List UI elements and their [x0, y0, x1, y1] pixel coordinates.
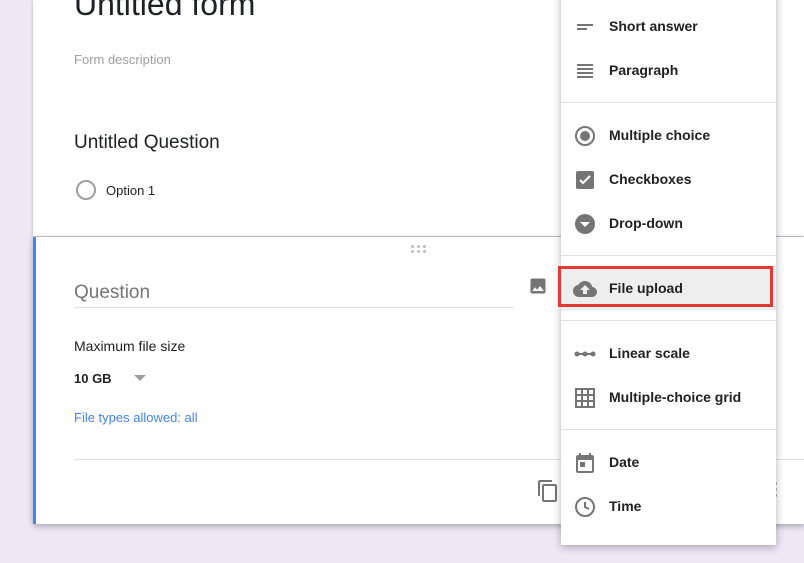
menu-item-label: Paragraph [609, 62, 679, 78]
file-types-link[interactable]: File types allowed: all [74, 410, 198, 425]
menu-item-short-answer[interactable]: Short answer [561, 4, 776, 48]
menu-item-linear-scale[interactable]: Linear scale [561, 331, 776, 375]
checkbox-icon [576, 171, 594, 189]
menu-item-date[interactable]: Date [561, 440, 776, 484]
copy-icon[interactable] [536, 479, 560, 503]
dropdown-circle-icon [575, 214, 595, 234]
menu-item-multiple-choice-grid[interactable]: Multiple-choice grid [561, 375, 776, 419]
menu-item-label: Drop-down [609, 215, 683, 231]
image-icon[interactable] [528, 276, 548, 296]
menu-divider [561, 102, 776, 103]
menu-item-label: Linear scale [609, 345, 690, 361]
menu-item-multiple-choice[interactable]: Multiple choice [561, 113, 776, 157]
max-file-size-label: Maximum file size [74, 338, 186, 354]
radio-button-icon[interactable] [76, 180, 96, 200]
question-input[interactable] [74, 279, 514, 308]
calendar-icon [576, 453, 594, 473]
max-file-size-value: 10 GB [74, 370, 112, 386]
clock-icon [575, 497, 595, 517]
menu-item-checkboxes[interactable]: Checkboxes [561, 157, 776, 201]
paragraph-icon [577, 64, 593, 78]
menu-item-label: Multiple-choice grid [609, 389, 742, 405]
menu-item-time[interactable]: Time [561, 484, 776, 528]
menu-divider [561, 320, 776, 321]
menu-item-label: Time [609, 498, 642, 514]
menu-item-label: Date [609, 454, 640, 470]
option-label[interactable]: Option 1 [106, 183, 155, 198]
grid-icon [575, 388, 595, 408]
form-description[interactable]: Form description [74, 52, 171, 67]
menu-item-label: Multiple choice [609, 127, 711, 143]
menu-item-drop-down[interactable]: Drop-down [561, 201, 776, 245]
menu-divider [561, 255, 776, 256]
menu-item-label: Checkboxes [609, 171, 692, 187]
menu-divider [561, 429, 776, 430]
max-file-size-select[interactable]: 10 GB [74, 368, 146, 388]
drag-handle-icon[interactable] [411, 245, 427, 253]
linear-scale-icon [574, 351, 596, 357]
short-answer-icon [577, 24, 593, 30]
menu-item-paragraph[interactable]: Paragraph [561, 48, 776, 92]
question-title[interactable]: Untitled Question [74, 132, 220, 154]
menu-item-label: Short answer [609, 18, 698, 34]
form-title[interactable]: Untitled form [74, 0, 255, 23]
radio-button-icon [575, 126, 595, 146]
chevron-down-icon [133, 375, 146, 381]
selection-highlight [558, 266, 773, 307]
